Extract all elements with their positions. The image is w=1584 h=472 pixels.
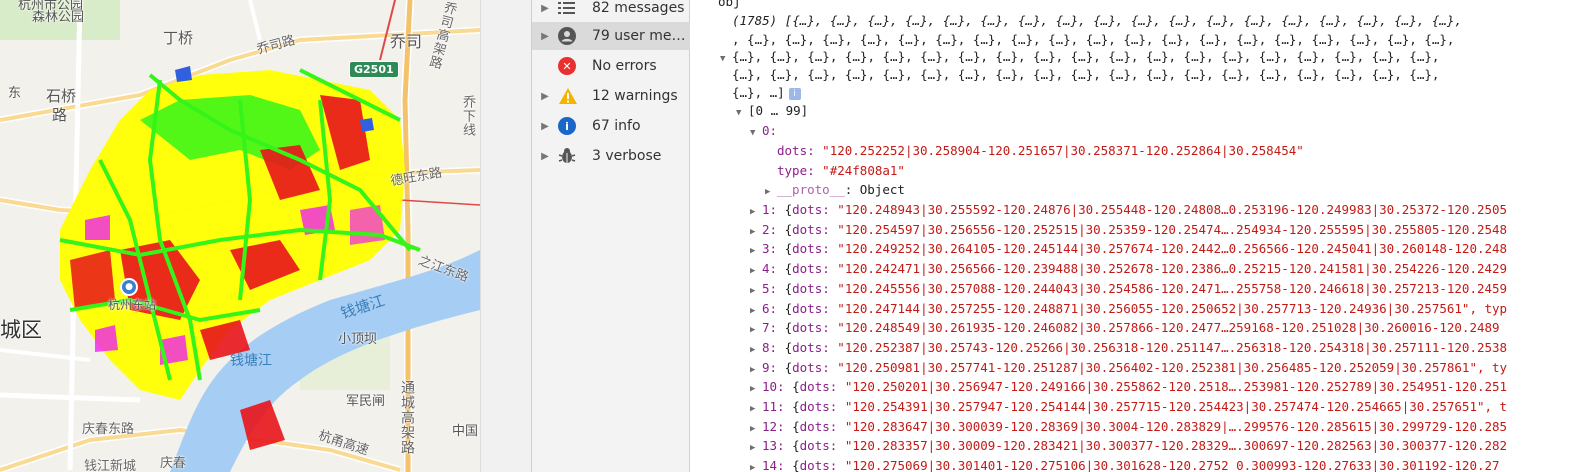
console-item-row[interactable]: ▶ 1: {dots: "120.248943|30.255592-120.248…	[750, 200, 1507, 219]
bug-icon	[558, 147, 592, 165]
expand-arrow-icon[interactable]: ▶	[532, 91, 558, 102]
console-array-summary-line: {…}, {…}, {…}, {…}, {…}, {…}, {…}, {…}, …	[732, 67, 1440, 82]
collapse-arrow-icon[interactable]: ▼	[720, 50, 732, 69]
station-pin-icon[interactable]: ●	[120, 278, 138, 296]
sidebar-item-info[interactable]: ▶ i 67 info	[532, 112, 690, 140]
map-label-xiaoding: 小顶坝	[338, 332, 378, 347]
sidebar-item-verbose[interactable]: ▶ 3 verbose	[532, 142, 690, 170]
console-item-row[interactable]: ▶ 7: {dots: "120.248549|30.261935-120.246…	[750, 318, 1500, 337]
panel-splitter[interactable]	[480, 0, 532, 472]
console-item-row[interactable]: ▶ 9: {dots: "120.250981|30.257741-120.251…	[750, 358, 1507, 377]
expand-arrow-icon[interactable]: ▶	[532, 3, 558, 14]
expand-arrow-icon[interactable]: ▶	[532, 31, 558, 42]
map-label-qiaosi: 乔司	[390, 32, 423, 51]
user-icon	[558, 27, 592, 45]
console-item-row[interactable]: ▶ 14: {dots: "120.275069|30.301401-120.27…	[750, 456, 1500, 472]
collapse-arrow-icon[interactable]: ▼	[750, 124, 762, 143]
sidebar-item-messages[interactable]: ▶ 82 messages	[532, 0, 690, 22]
expand-arrow-icon[interactable]: ▶	[532, 121, 558, 132]
console-range-group[interactable]: ▼ [0 … 99]	[736, 101, 808, 120]
warning-icon	[558, 87, 592, 105]
sidebar-item-label: 82 messages	[592, 0, 685, 16]
map-label-shiqiao-road: 路	[52, 106, 68, 124]
map-label-qingchun2: 庆春	[160, 456, 187, 471]
sidebar-item-label: 67 info	[592, 118, 641, 134]
console-item-row[interactable]: ▶ 3: {dots: "120.249252|30.264105-120.245…	[750, 239, 1507, 258]
expand-arrow-icon[interactable]: ▶	[532, 151, 558, 162]
map-label-tongcheng: 通城高架路	[399, 380, 415, 455]
map-label-east: 东	[8, 86, 22, 101]
console-item-row[interactable]: ▶ 4: {dots: "120.242471|30.256566-120.239…	[750, 259, 1507, 278]
console-prop-dots: dots: "120.252252|30.258904-120.251657|3…	[777, 143, 1304, 158]
map-label-shiqiao: 石桥	[46, 87, 77, 105]
console-array-summary-line: {…}, …] i	[732, 83, 801, 102]
sidebar-item-label: 79 user mes...	[592, 28, 690, 44]
map-label-junmin: 军民闸	[346, 394, 386, 409]
map-label-park-2: 森林公园	[32, 10, 85, 25]
console-item-row[interactable]: ▶ 2: {dots: "120.254597|30.256556-120.252…	[750, 220, 1507, 239]
map-label-dingqiao: 丁桥	[163, 29, 194, 47]
map-label-qianjiang: 钱江新城	[84, 459, 137, 472]
map-badge-g2501: G2501	[349, 61, 399, 78]
error-icon: ✕	[558, 57, 592, 75]
console-sidebar: ▶ 82 messages ▶ 79 user mes... ✕ No erro…	[532, 0, 690, 472]
sidebar-item-label: No errors	[592, 58, 657, 74]
console-item-row[interactable]: ▶ 8: {dots: "120.252387|30.25743-120.2526…	[750, 338, 1507, 357]
sidebar-item-errors[interactable]: ✕ No errors	[532, 52, 690, 80]
sidebar-item-label: 12 warnings	[592, 88, 678, 104]
map-view[interactable]: 杭州市公园 森林公园 丁桥 乔司 乔司路 乔司高架路 G2501 石桥 路 东 …	[0, 0, 480, 472]
console-item-row[interactable]: ▶ 11: {dots: "120.254391|30.257947-120.25…	[750, 397, 1507, 416]
sidebar-item-user-messages[interactable]: ▶ 79 user mes...	[532, 22, 690, 50]
console-item-row[interactable]: ▶ 5: {dots: "120.245556|30.257088-120.244…	[750, 279, 1507, 298]
sidebar-item-warnings[interactable]: ▶ 12 warnings	[532, 82, 690, 110]
map-label-qiaoxia: 乔下线	[460, 95, 475, 137]
sidebar-item-label: 3 verbose	[592, 148, 662, 164]
console-item-0[interactable]: ▼ 0:	[750, 121, 777, 140]
map-label-qiantang-2: 钱塘江	[230, 353, 272, 369]
console-output[interactable]: obj (1785) [{…}, {…}, {…}, {…}, {…}, {…}…	[690, 0, 1584, 472]
console-item-row[interactable]: ▶ 13: {dots: "120.283357|30.30009-120.283…	[750, 436, 1507, 455]
console-array-summary[interactable]: (1785) [{…}, {…}, {…}, {…}, {…}, {…}, {……	[732, 11, 1462, 30]
info-icon: i	[558, 117, 592, 135]
console-item-row[interactable]: ▶ 10: {dots: "120.250201|30.256947-120.24…	[750, 377, 1507, 396]
map-label-station: 杭州东站	[108, 298, 157, 312]
console-prop-proto[interactable]: ▶ __proto__: Object	[765, 180, 905, 199]
collapse-arrow-icon[interactable]: ▼	[736, 104, 748, 123]
console-item-row[interactable]: ▶ 12: {dots: "120.283647|30.300039-120.28…	[750, 417, 1507, 436]
console-array-summary-line[interactable]: ▼ {…}, {…}, {…}, {…}, {…}, {…}, {…}, {…},…	[720, 47, 1439, 66]
console-prop-type: type: "#24f808a1"	[777, 163, 905, 178]
list-icon	[558, 1, 592, 15]
map-label-qingchun: 庆春东路	[82, 422, 135, 437]
console-object-name: obj	[718, 0, 741, 9]
info-badge-icon[interactable]: i	[788, 87, 801, 100]
map-label-zhong: 中国	[452, 424, 479, 439]
expand-arrow-icon[interactable]: ▶	[750, 459, 762, 472]
console-item-row[interactable]: ▶ 6: {dots: "120.247144|30.257255-120.248…	[750, 299, 1507, 318]
map-label-chengqu: 城区	[0, 318, 42, 342]
